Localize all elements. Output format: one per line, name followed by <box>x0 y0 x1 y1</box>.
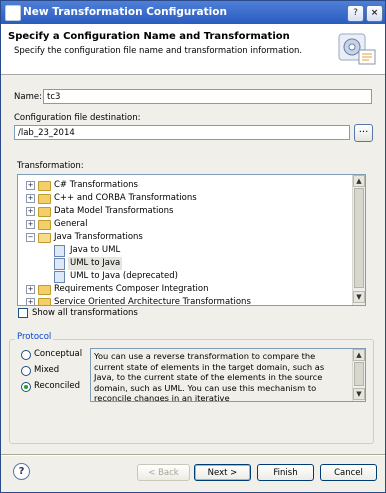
tree-item-label: General <box>54 219 88 229</box>
browse-button[interactable]: ... <box>354 124 373 142</box>
transformation-tree[interactable]: + C# Transformations + C++ and CORBA Tra… <box>17 174 366 306</box>
tree-item-uml-to-java-deprecated[interactable]: UML to Java (deprecated) <box>54 270 354 283</box>
tree-item-data-model[interactable]: + Data Model Transformations <box>24 205 354 218</box>
finish-button[interactable]: Finish <box>257 464 314 481</box>
tree-item-label: Data Model Transformations <box>54 206 174 216</box>
tree-item-label: UML to Java (deprecated) <box>70 271 178 281</box>
next-button[interactable]: Next > <box>194 464 251 481</box>
show-all-label: Show all transformations <box>32 308 138 318</box>
transformation-label: Transformation: <box>17 161 84 171</box>
title-bar: New Transformation Configuration ? × <box>1 1 385 24</box>
folder-icon <box>38 298 51 305</box>
tree-item-soa[interactable]: + Service Oriented Architecture Transfor… <box>24 296 354 306</box>
description-scrollbar[interactable]: ▲ ▼ <box>352 349 365 401</box>
expand-icon[interactable]: + <box>26 298 35 305</box>
expand-icon[interactable]: + <box>26 220 35 229</box>
page-subtitle: Specify the configuration file name and … <box>14 46 303 56</box>
app-icon <box>5 5 21 21</box>
scroll-up-arrow-icon[interactable]: ▲ <box>353 349 365 361</box>
expand-icon[interactable]: + <box>26 285 35 294</box>
tree-item-requirements[interactable]: + Requirements Composer Integration <box>24 283 354 296</box>
tree-item-label: Java to UML <box>70 245 121 255</box>
radio-mixed[interactable] <box>21 366 31 376</box>
help-icon[interactable]: ? <box>13 463 30 480</box>
tree-item-java[interactable]: − Java Transformations <box>24 231 354 244</box>
tree-item-label: C++ and CORBA Transformations <box>54 193 197 203</box>
tree-item-uml-to-java[interactable]: UML to Java <box>54 257 354 270</box>
tree-scrollbar[interactable]: ▲ ▼ <box>352 175 365 305</box>
collapse-icon[interactable]: − <box>26 233 35 242</box>
radio-reconciled[interactable] <box>21 382 31 392</box>
tree-item-label: UML to Java <box>68 257 123 270</box>
tree-item-label: Service Oriented Architecture Transforma… <box>54 297 251 306</box>
folder-icon <box>38 285 51 295</box>
destination-label: Configuration file destination: <box>14 113 141 123</box>
tree-item-general[interactable]: + General <box>24 218 354 231</box>
show-all-checkbox[interactable] <box>18 308 28 318</box>
transform-icon <box>54 245 65 257</box>
expand-icon[interactable]: + <box>26 194 35 203</box>
scroll-thumb[interactable] <box>354 188 364 288</box>
radio-reconciled-label: Reconciled <box>34 381 81 391</box>
protocol-description: You can use a reverse transformation to … <box>90 348 366 402</box>
window-title: New Transformation Configuration <box>23 6 227 18</box>
scroll-up-arrow-icon[interactable]: ▲ <box>353 175 365 187</box>
tree-item-label: Requirements Composer Integration <box>54 284 209 294</box>
description-text: You can use a reverse transformation to … <box>94 351 325 402</box>
wizard-header: Specify a Configuration Name and Transfo… <box>1 24 385 75</box>
protocol-title: Protocol <box>15 332 54 342</box>
folder-icon <box>38 220 51 230</box>
footer-separator <box>1 454 385 456</box>
close-button[interactable]: × <box>366 5 383 22</box>
cancel-button[interactable]: Cancel <box>320 464 377 481</box>
transform-icon <box>54 258 65 270</box>
tree-item-java-to-uml[interactable]: Java to UML <box>54 244 354 257</box>
destination-field[interactable]: /lab_23_2014 <box>14 125 350 140</box>
tree-item-label: C# Transformations <box>54 180 138 190</box>
expand-icon[interactable]: + <box>26 207 35 216</box>
page-title: Specify a Configuration Name and Transfo… <box>8 31 290 42</box>
dialog-window: New Transformation Configuration ? × Spe… <box>0 0 386 493</box>
transform-icon <box>54 271 65 283</box>
tree-item-cpp-corba[interactable]: + C++ and CORBA Transformations <box>24 192 354 205</box>
radio-mixed-label: Mixed <box>34 365 60 375</box>
scroll-down-arrow-icon[interactable]: ▼ <box>353 291 365 303</box>
back-button[interactable]: < Back <box>137 464 190 481</box>
tree-item-csharp[interactable]: + C# Transformations <box>24 179 354 192</box>
help-title-button[interactable]: ? <box>347 5 364 22</box>
scroll-thumb[interactable] <box>354 362 364 386</box>
folder-icon <box>38 207 51 217</box>
expand-icon[interactable]: + <box>26 181 35 190</box>
name-label: Name: <box>14 92 42 102</box>
wizard-banner-icon <box>338 33 376 65</box>
radio-conceptual[interactable] <box>21 350 31 360</box>
scroll-down-arrow-icon[interactable]: ▼ <box>353 388 365 400</box>
name-field[interactable]: tc3 <box>43 89 372 104</box>
folder-icon <box>38 181 51 191</box>
folder-open-icon <box>38 233 51 243</box>
radio-conceptual-label: Conceptual <box>34 349 83 359</box>
folder-icon <box>38 194 51 204</box>
tree-item-label: Java Transformations <box>54 232 143 242</box>
